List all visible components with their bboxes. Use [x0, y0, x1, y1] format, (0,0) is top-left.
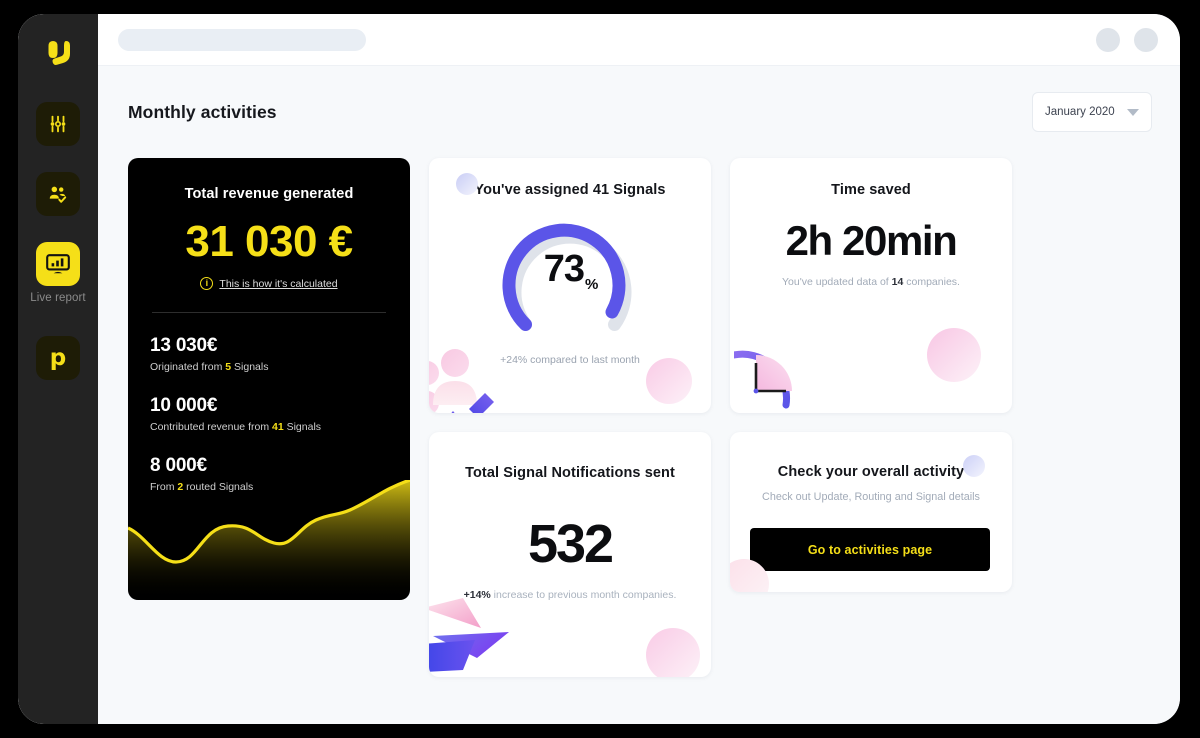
calculation-link[interactable]: i This is how it's calculated [150, 277, 388, 290]
card-row-bottom: Total Signal Notifications sent 532 +14%… [429, 432, 1152, 677]
content-column: Monthly activities January 2020 Total re… [98, 14, 1180, 724]
activity-card-title: Check your overall activity [777, 464, 965, 480]
decorative-blob [927, 328, 981, 382]
activity-card-subtitle: Check out Update, Routing and Signal det… [762, 491, 980, 503]
notifications-footnote-post: increase to previous month companies. [490, 589, 677, 601]
breakdown-caption-post: Signals [231, 360, 269, 373]
decorative-blob [646, 628, 700, 677]
revenue-breakdown-item: 13 030€ Originated from 5 Signals [150, 335, 388, 373]
breakdown-caption-pre: Contributed revenue from [150, 420, 272, 433]
calculation-link-label: This is how it's calculated [219, 277, 338, 290]
time-footnote-post: companies. [903, 276, 960, 288]
app-window: Live report p Monthly activities January… [18, 14, 1180, 724]
decorative-clock-icon [734, 350, 792, 409]
signals-gauge-chart: 73% [499, 212, 641, 340]
signals-card-footnote: +24% compared to last month [500, 354, 640, 366]
signals-card-title: You've assigned 41 Signals [474, 182, 666, 198]
sidebar-item-product[interactable]: p [36, 336, 80, 386]
breakdown-caption-pre: Originated from [150, 360, 226, 373]
signals-card: You've assigned 41 Signals 73% +24% comp… [429, 158, 711, 413]
revenue-breakdown-item: 10 000€ Contributed revenue from 41 Sign… [150, 395, 388, 433]
sidebar-item-settings[interactable] [36, 102, 80, 152]
breakdown-amount: 8 000€ [150, 454, 207, 476]
decorative-paper-plane-icon [429, 598, 509, 672]
month-select-value: January 2020 [1045, 106, 1115, 118]
card-row-top: You've assigned 41 Signals 73% +24% comp… [429, 158, 1152, 413]
breakdown-amount: 10 000€ [150, 394, 218, 416]
brand-logo-icon[interactable] [37, 32, 79, 74]
revenue-card: Total revenue generated 31 030 € i This … [128, 158, 410, 600]
time-saved-card: Time saved 2h 20min You've updated data … [730, 158, 1012, 413]
month-select[interactable]: January 2020 [1032, 92, 1152, 132]
p-letter-glyph: p [49, 344, 67, 371]
breakdown-caption: Originated from 5 Signals [150, 361, 388, 373]
main-area: Monthly activities January 2020 Total re… [98, 66, 1180, 724]
gauge-number: 73 [543, 248, 585, 290]
notifications-footnote: +14% increase to previous month companie… [429, 589, 711, 601]
top-bar [98, 14, 1180, 66]
breakdown-caption-post: Signals [283, 420, 322, 433]
notifications-card-title: Total Signal Notifications sent [465, 465, 675, 481]
page-title: Monthly activities [128, 101, 277, 122]
monitor-chart-icon [36, 242, 80, 286]
avatar[interactable] [1134, 27, 1158, 52]
divider [152, 312, 386, 313]
breakdown-highlight: 41 [271, 420, 284, 433]
sidebar-item-contacts[interactable] [36, 172, 80, 222]
breakdown-amount: 13 030€ [150, 335, 218, 356]
dashboard-grid: Total revenue generated 31 030 € i This … [128, 158, 1152, 677]
chevron-down-icon [1127, 108, 1139, 116]
time-saved-value: 2h 20min [785, 217, 958, 264]
notifications-value: 532 [527, 514, 614, 574]
revenue-amount: 31 030 € [185, 217, 353, 266]
p-letter-icon: p [36, 336, 80, 380]
sliders-icon [36, 102, 80, 146]
breakdown-caption: Contributed revenue from 41 Signals [150, 421, 388, 433]
notifications-card: Total Signal Notifications sent 532 +14%… [429, 432, 711, 677]
time-footnote-pre: You've updated data of [782, 276, 892, 288]
time-saved-card-title: Time saved [831, 182, 911, 198]
notifications-footnote-highlight: +14% [463, 589, 491, 601]
revenue-trend-chart [128, 480, 410, 600]
go-to-activities-button[interactable]: Go to activities page [750, 528, 990, 571]
sidebar-item-live-report-label: Live report [30, 292, 86, 304]
sidebar-item-live-report[interactable]: Live report [30, 242, 86, 304]
time-saved-footnote: You've updated data of 14 companies. [730, 276, 1012, 288]
sidebar: Live report p [18, 14, 98, 724]
users-check-icon [36, 172, 80, 216]
gauge-value: 73% [499, 248, 641, 292]
gauge-unit: % [584, 276, 598, 293]
activity-card: Check your overall activity Check out Up… [730, 432, 1012, 592]
page-header: Monthly activities January 2020 [128, 92, 1152, 132]
avatar[interactable] [1096, 27, 1120, 52]
revenue-card-title: Total revenue generated [184, 186, 354, 202]
search-input[interactable] [118, 28, 366, 51]
time-footnote-highlight: 14 [891, 276, 904, 288]
info-icon: i [200, 277, 214, 290]
left-column: Total revenue generated 31 030 € i This … [128, 158, 410, 600]
right-columns: You've assigned 41 Signals 73% +24% comp… [429, 158, 1152, 677]
